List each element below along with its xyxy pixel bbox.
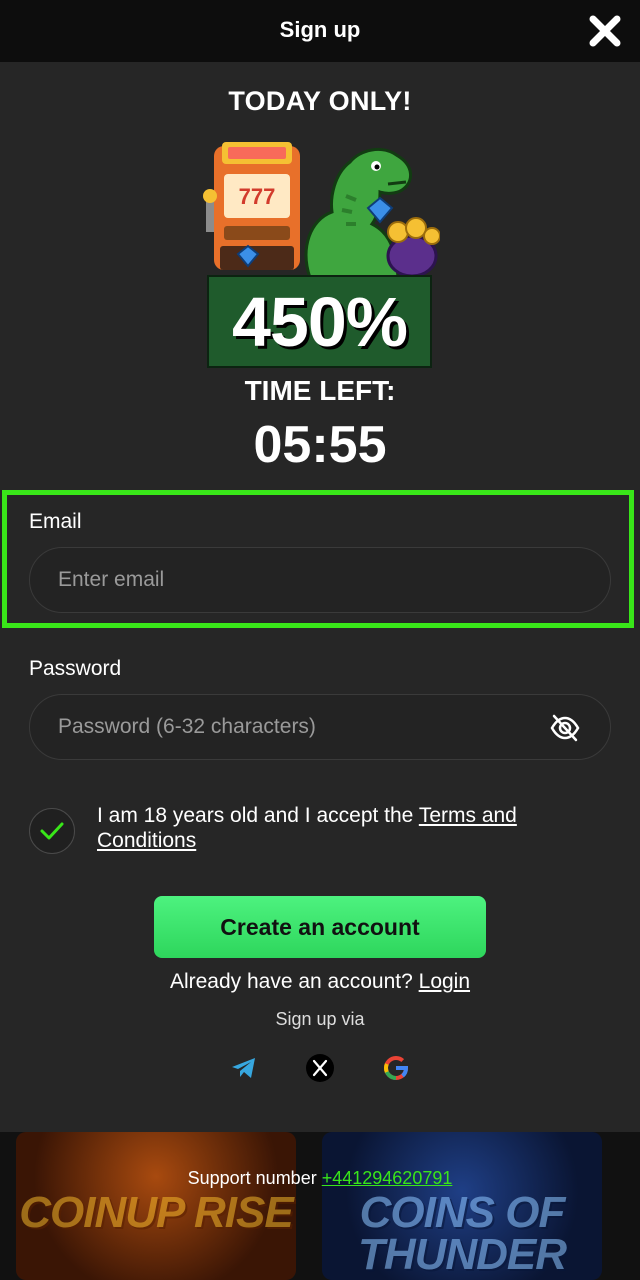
email-input[interactable]: Enter email	[29, 547, 611, 613]
x-icon	[306, 1054, 334, 1082]
email-label: Email	[29, 510, 82, 533]
game-tile[interactable]: COINS OF THUNDER	[322, 1132, 602, 1280]
support-number-link[interactable]: +441294620791	[322, 1168, 453, 1188]
terms-text: I am 18 years old and I accept the Terms…	[97, 803, 597, 853]
google-icon	[383, 1055, 409, 1081]
checkmark-icon	[40, 822, 64, 840]
countdown-timer: 05:55	[253, 416, 387, 474]
support-line: Support number +441294620791	[0, 1168, 640, 1189]
google-button[interactable]	[380, 1052, 412, 1084]
create-account-button[interactable]: Create an account	[154, 896, 486, 958]
telegram-icon	[232, 1058, 255, 1078]
terms-label: I am 18 years old and I accept the	[97, 804, 419, 827]
games-strip: COINUP RISE COINS OF THUNDER	[0, 1132, 640, 1280]
x-button[interactable]	[304, 1052, 336, 1084]
game-title: COINUP RISE	[19, 1188, 293, 1237]
top-bar: Sign up	[0, 0, 640, 62]
eye-off-icon[interactable]	[550, 714, 580, 742]
password-input[interactable]: Password (6-32 characters)	[29, 694, 611, 760]
promo-illustration: 777	[203, 142, 440, 278]
bonus-percent: 450%	[231, 282, 408, 361]
support-label: Support number	[187, 1168, 317, 1188]
password-placeholder: Password (6-32 characters)	[58, 715, 316, 738]
promo-title: TODAY ONLY!	[228, 86, 412, 116]
terms-checkbox[interactable]	[29, 808, 75, 854]
game-tile[interactable]: COINUP RISE	[16, 1132, 296, 1280]
telegram-button[interactable]	[228, 1052, 260, 1084]
page-title: Sign up	[279, 17, 361, 42]
password-label: Password	[29, 657, 122, 680]
game-title: COINS OF THUNDER	[357, 1188, 567, 1279]
sign-up-via-label: Sign up via	[275, 1009, 365, 1029]
svg-text:777: 777	[239, 184, 276, 209]
bonus-banner: 450%	[207, 275, 432, 368]
close-icon[interactable]	[588, 14, 622, 48]
have-account-text: Already have an account?	[169, 970, 413, 993]
login-prompt: Already have an account? Login	[0, 970, 640, 994]
time-left-label: TIME LEFT:	[244, 375, 396, 406]
login-link[interactable]: Login	[419, 970, 470, 993]
